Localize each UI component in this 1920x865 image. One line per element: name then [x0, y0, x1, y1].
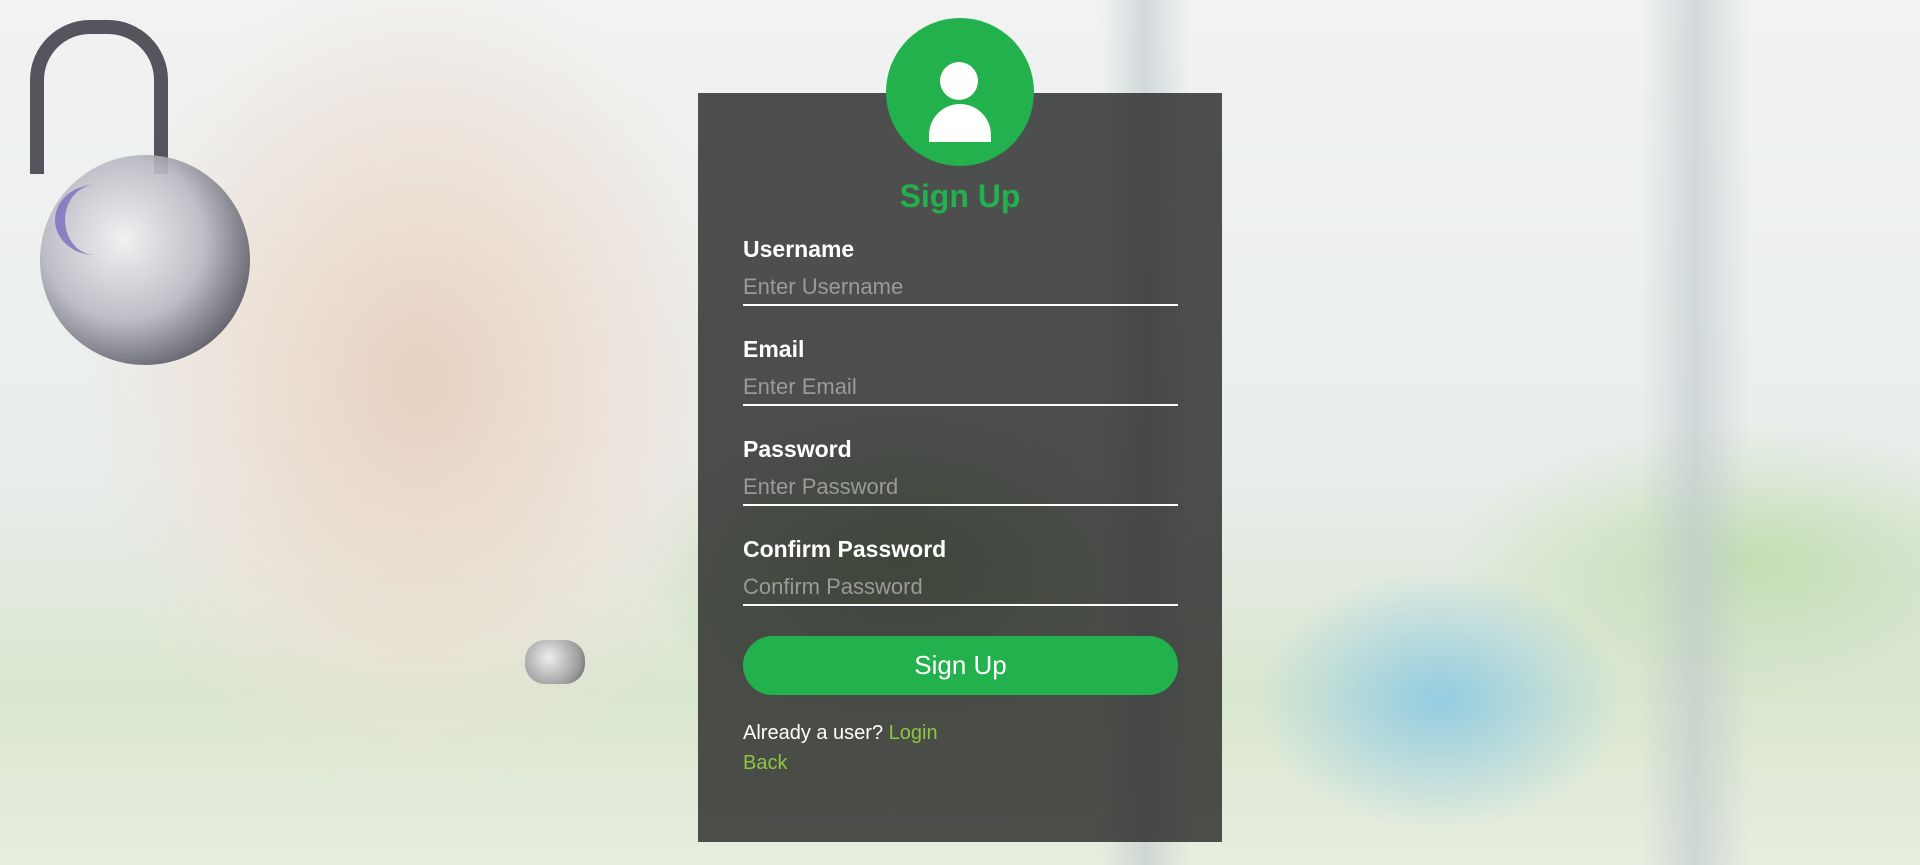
- microphone: [525, 640, 585, 684]
- login-prompt-text: Already a user?: [743, 722, 884, 744]
- user-icon: [886, 18, 1034, 166]
- headphone-accent: [55, 185, 135, 255]
- email-label: Email: [743, 336, 805, 362]
- confirm-password-field: Confirm Password: [743, 535, 1178, 606]
- back-link[interactable]: Back: [743, 750, 787, 776]
- confirm-password-input[interactable]: [743, 570, 1178, 606]
- username-label: Username: [743, 236, 855, 262]
- signup-button[interactable]: Sign Up: [743, 636, 1178, 695]
- user-icon-head: [940, 62, 978, 100]
- password-input[interactable]: [743, 470, 1178, 506]
- username-input[interactable]: [743, 270, 1178, 306]
- headphone-band: [30, 20, 168, 174]
- user-icon-body: [929, 104, 991, 142]
- password-label: Password: [743, 436, 852, 462]
- login-prompt: Already a user? Login: [743, 720, 938, 746]
- page-title: Sign Up: [899, 178, 1021, 214]
- background-pillar: [1640, 0, 1750, 865]
- email-input[interactable]: [743, 370, 1178, 406]
- password-field: Password: [743, 435, 1178, 506]
- email-field: Email: [743, 335, 1178, 406]
- username-field: Username: [743, 235, 1178, 306]
- headphone-cup: [40, 155, 250, 365]
- login-link[interactable]: Login: [889, 722, 938, 744]
- confirm-password-label: Confirm Password: [743, 536, 947, 562]
